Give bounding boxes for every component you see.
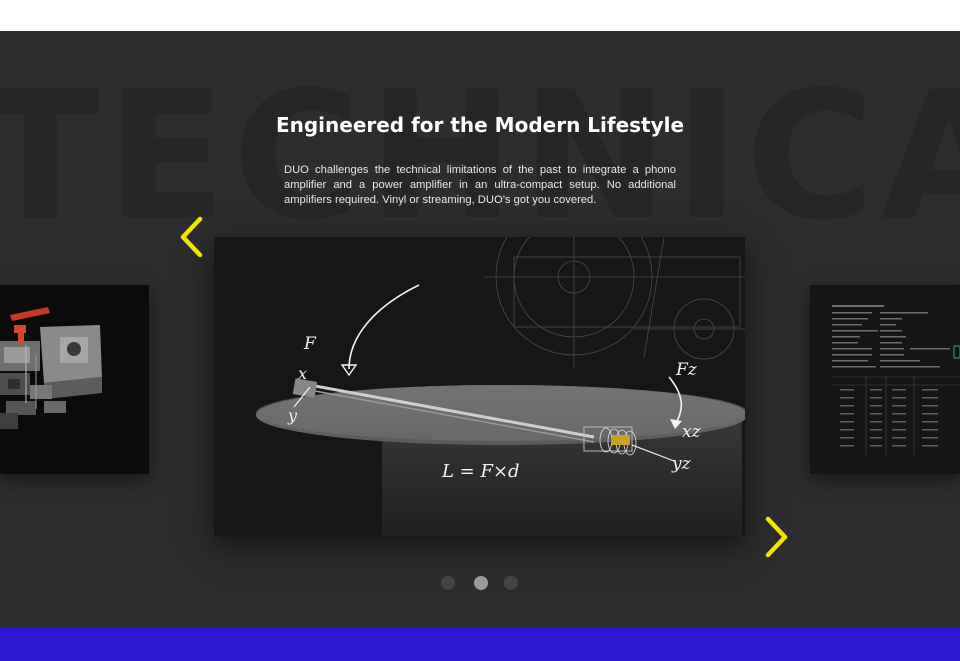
- sketch-label-y: y: [287, 406, 298, 425]
- top-white-strip: [0, 0, 960, 31]
- sketch-label-yz: yz: [671, 454, 692, 474]
- pagination-dot[interactable]: [441, 576, 455, 590]
- chevron-right-icon: [765, 516, 788, 558]
- slide-exploded-parts[interactable]: [0, 285, 149, 474]
- sketch-label-f: F: [303, 334, 317, 354]
- carousel-next-button[interactable]: [762, 513, 792, 561]
- carousel-prev-button[interactable]: [176, 213, 206, 261]
- sketch-label-x: x: [298, 364, 307, 383]
- section-description: DUO challenges the technical limitations…: [284, 164, 676, 206]
- background-watermark-word: TECHNICAL: [0, 54, 960, 259]
- technical-section: TECHNICAL Engineered for the Modern Life…: [0, 31, 960, 627]
- pagination-dot-active[interactable]: [474, 576, 488, 590]
- carousel-pagination: [441, 576, 521, 590]
- chevron-left-icon: [180, 216, 203, 258]
- slide-turntable-sketch[interactable]: F x y Fz xz yz L = F×d: [214, 237, 745, 536]
- footer-accent-band: [0, 627, 960, 661]
- exploded-parts-illustration: [0, 285, 149, 474]
- spec-table-illustration: [810, 285, 960, 474]
- section-title: Engineered for the Modern Lifestyle: [275, 113, 685, 137]
- sketch-formula: L = F×d: [441, 461, 520, 482]
- turntable-sketch-illustration: F x y Fz xz yz L = F×d: [214, 237, 745, 536]
- sketch-label-xz: xz: [682, 422, 702, 442]
- pagination-dot[interactable]: [504, 576, 518, 590]
- slide-spec-table[interactable]: [810, 285, 960, 474]
- sketch-label-fz: Fz: [675, 360, 698, 380]
